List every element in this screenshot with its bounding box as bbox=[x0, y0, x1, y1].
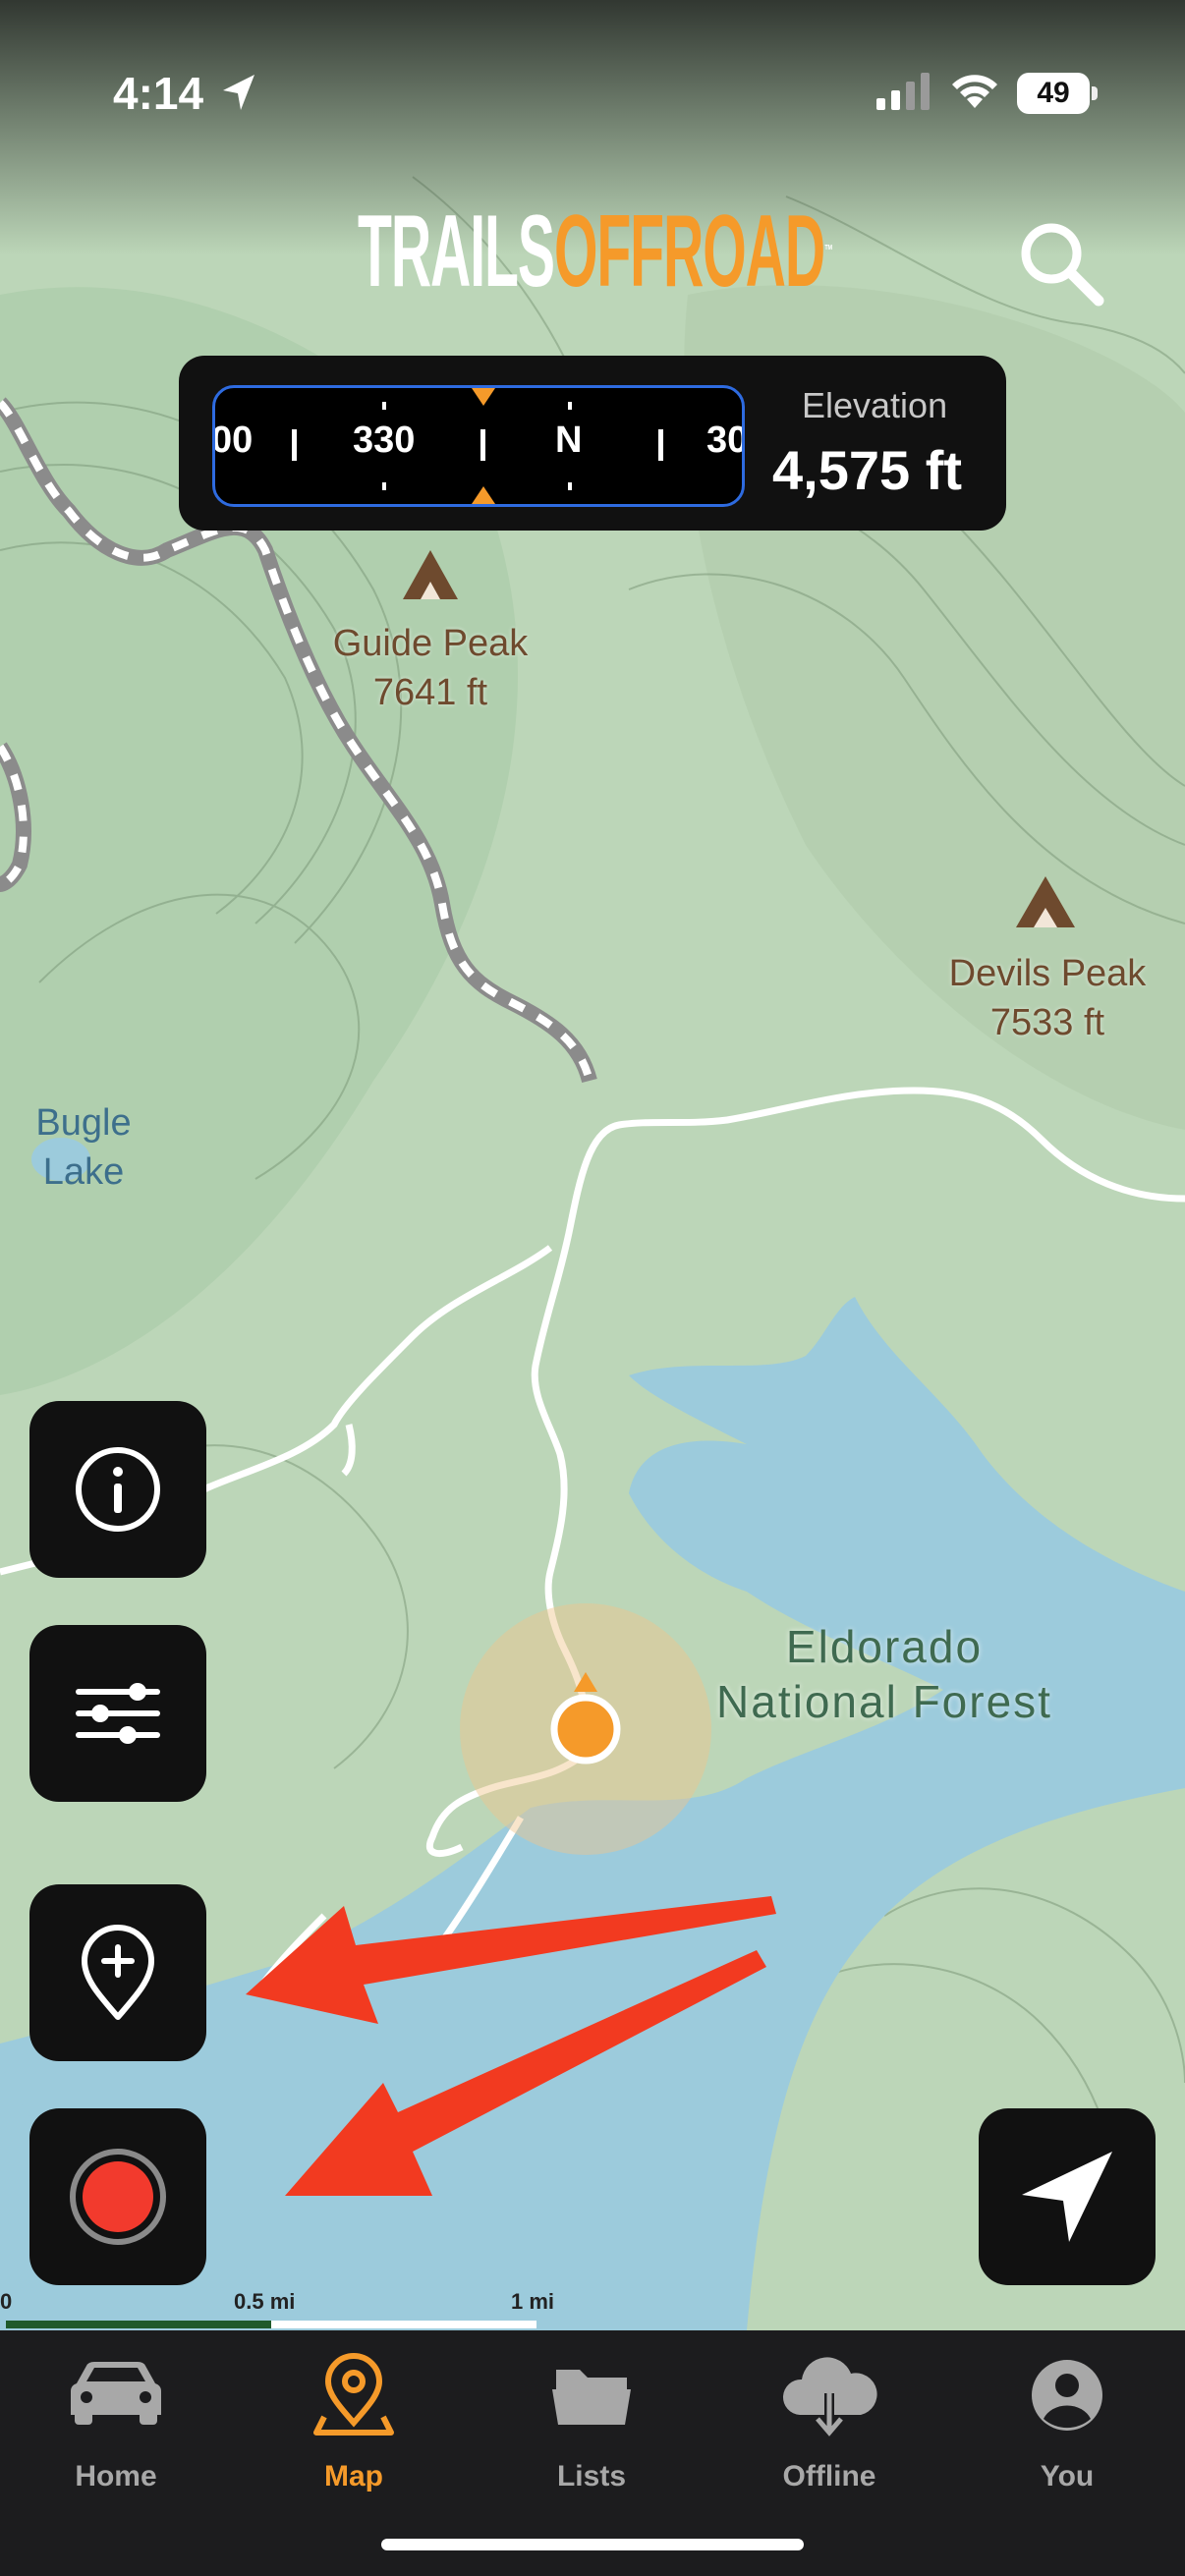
bugle-lake-line1: Bugle bbox=[35, 1102, 132, 1144]
battery-icon: 49 bbox=[1017, 73, 1090, 114]
guide-peak-name: Guide Peak bbox=[332, 623, 529, 664]
cloud-download-icon bbox=[782, 2357, 877, 2436]
navigation-arrow-icon bbox=[1022, 2152, 1112, 2242]
home-indicator[interactable] bbox=[381, 2539, 804, 2550]
tab-map-label: Map bbox=[324, 2460, 383, 2492]
scale-label-half-mile: 0.5 mi bbox=[234, 2289, 296, 2314]
add-waypoint-button[interactable] bbox=[29, 1884, 206, 2061]
compass-label-n: N bbox=[555, 420, 583, 461]
info-button[interactable] bbox=[29, 1401, 206, 1578]
tab-home[interactable]: Home bbox=[18, 2350, 214, 2492]
devils-peak-elevation: 7533 ft bbox=[989, 1002, 1105, 1043]
scale-bar-dark bbox=[6, 2321, 271, 2328]
add-pin-icon bbox=[82, 1925, 154, 2020]
scale-bar-light bbox=[271, 2321, 536, 2328]
record-icon bbox=[70, 2149, 166, 2245]
car-icon bbox=[71, 2362, 161, 2425]
location-services-icon bbox=[223, 75, 254, 110]
compass-strip[interactable]: 00 330 N 30 bbox=[212, 385, 745, 507]
compass-label-00: 00 bbox=[212, 420, 254, 461]
tab-map[interactable]: Map bbox=[255, 2350, 452, 2492]
status-bar: 4:14 49 bbox=[0, 0, 1185, 187]
tab-home-label: Home bbox=[75, 2460, 157, 2492]
compass-ticks bbox=[292, 388, 663, 504]
record-track-button[interactable] bbox=[29, 2108, 206, 2285]
bugle-lake-label: Bugle Lake bbox=[10, 1098, 157, 1197]
map-pin-icon bbox=[313, 2353, 394, 2436]
devils-peak-name: Devils Peak bbox=[948, 953, 1147, 994]
elevation-label: Elevation bbox=[802, 385, 948, 425]
forest-label-line2: National Forest bbox=[716, 1676, 1052, 1727]
recenter-location-button[interactable] bbox=[979, 2108, 1156, 2285]
guide-peak-label: Guide Peak 7641 ft bbox=[312, 619, 548, 717]
tab-offline-label: Offline bbox=[782, 2460, 876, 2492]
tab-lists[interactable]: Lists bbox=[493, 2350, 690, 2492]
logo-offroad: OFFROAD bbox=[553, 195, 825, 308]
wifi-icon bbox=[952, 75, 997, 108]
app-logo: TRAILSOFFROAD™ bbox=[358, 193, 833, 310]
battery-tip bbox=[1092, 86, 1098, 100]
elevation-value: 4,575 ft bbox=[772, 439, 962, 501]
cellular-signal-icon bbox=[876, 73, 930, 110]
person-icon bbox=[1032, 2360, 1102, 2431]
compass-label-30: 30 bbox=[706, 420, 745, 461]
scale-label-one-mile: 1 mi bbox=[511, 2289, 555, 2314]
map-settings-button[interactable] bbox=[29, 1625, 206, 1802]
sliders-icon bbox=[76, 1683, 160, 1744]
status-time: 4:14 bbox=[113, 68, 204, 119]
tab-you-label: You bbox=[1040, 2460, 1095, 2492]
forest-label: Eldorado National Forest bbox=[668, 1619, 1100, 1729]
scale-label-0: 0 bbox=[0, 2289, 13, 2314]
bugle-lake-line2: Lake bbox=[42, 1151, 125, 1193]
search-button[interactable] bbox=[1012, 214, 1110, 312]
tab-lists-label: Lists bbox=[556, 2460, 627, 2492]
compass-elevation-panel: 00 330 N 30 Elevation 4,575 ft bbox=[179, 356, 1006, 531]
tab-offline[interactable]: Offline bbox=[731, 2350, 928, 2492]
search-icon bbox=[1021, 223, 1104, 307]
compass-label-330: 330 bbox=[353, 420, 416, 461]
info-icon bbox=[76, 1447, 160, 1532]
logo-trademark: ™ bbox=[824, 243, 833, 259]
guide-peak-elevation: 7641 ft bbox=[372, 672, 488, 713]
logo-trails: TRAILS bbox=[358, 195, 555, 308]
devils-peak-label: Devils Peak 7533 ft bbox=[930, 949, 1165, 1047]
map-scale: 0 0.5 mi 1 mi bbox=[0, 2285, 590, 2334]
forest-label-line1: Eldorado bbox=[785, 1621, 984, 1672]
folder-icon bbox=[552, 2370, 631, 2425]
tab-you[interactable]: You bbox=[969, 2350, 1165, 2492]
